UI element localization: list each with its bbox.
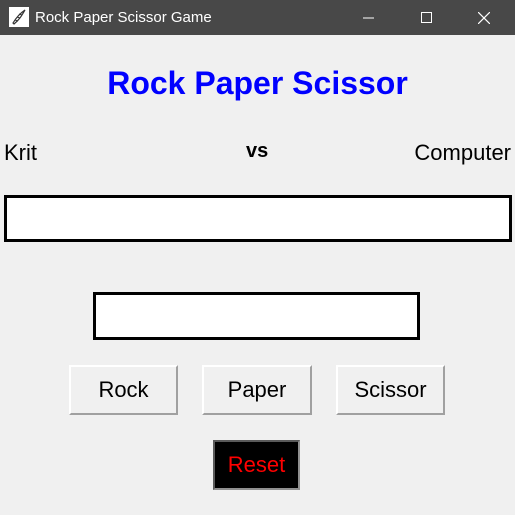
window-title: Rock Paper Scissor Game xyxy=(35,9,212,26)
choice-field[interactable] xyxy=(93,292,420,340)
opponent-name-label: Computer xyxy=(414,140,511,165)
result-field[interactable] xyxy=(4,195,512,242)
title-bar[interactable]: Rock Paper Scissor Game xyxy=(0,0,515,35)
minimize-button[interactable] xyxy=(346,0,392,35)
close-button[interactable] xyxy=(461,0,507,35)
maximize-button[interactable] xyxy=(404,0,450,35)
reset-button[interactable]: Reset xyxy=(213,440,300,490)
scissor-button[interactable]: Scissor xyxy=(336,365,445,415)
minimize-icon xyxy=(363,17,374,19)
close-icon xyxy=(478,12,490,24)
paper-button[interactable]: Paper xyxy=(202,365,312,415)
feather-icon xyxy=(9,7,29,27)
player-name-label: Krit xyxy=(4,140,37,165)
game-heading: Rock Paper Scissor xyxy=(107,65,408,101)
rock-button[interactable]: Rock xyxy=(69,365,178,415)
vs-label: vs xyxy=(246,140,269,162)
maximize-icon xyxy=(421,12,432,23)
